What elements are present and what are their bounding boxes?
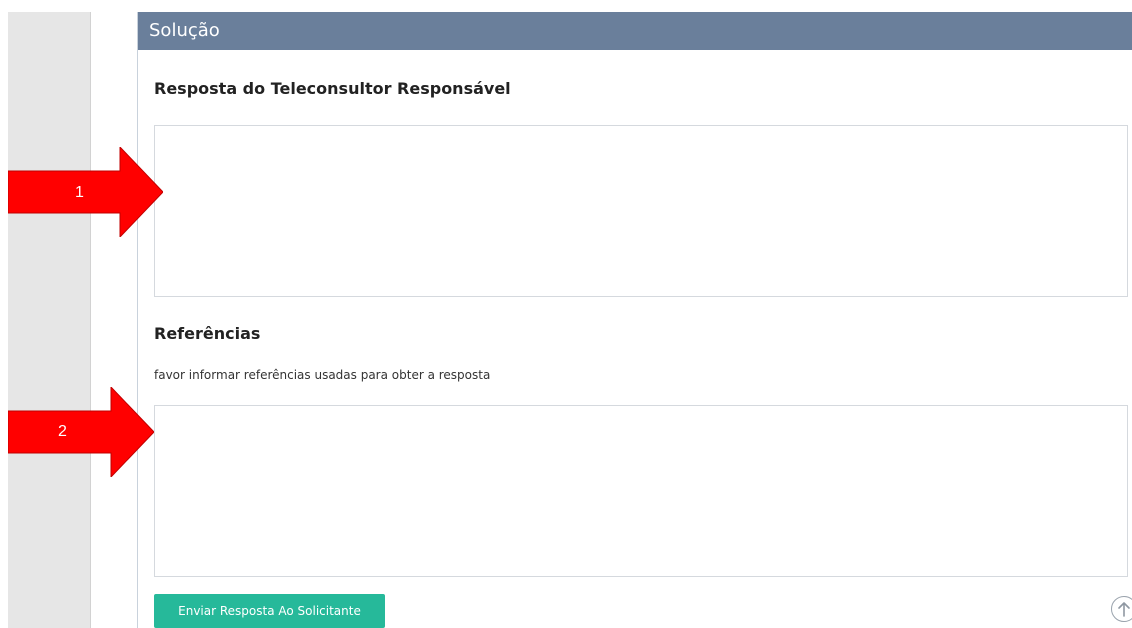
left-sidebar [8,12,90,628]
send-response-button[interactable]: Enviar Resposta Ao Solicitante [154,594,385,628]
arrow-up-icon [1118,602,1130,617]
response-textarea[interactable] [154,125,1128,297]
annotation-label-1: 1 [75,184,84,201]
solution-panel: Solução Resposta do Teleconsultor Respon… [137,12,1132,628]
panel-header: Solução [138,12,1132,50]
references-title: Referências [154,324,261,343]
annotation-arrow-1 [8,147,163,237]
response-title: Resposta do Teleconsultor Responsável [154,79,511,98]
annotation-arrow-2 [8,387,154,477]
references-hint: favor informar referências usadas para o… [154,368,491,382]
references-textarea[interactable] [154,405,1128,577]
page: Solução Resposta do Teleconsultor Respon… [0,0,1132,628]
sidebar-divider [90,12,91,628]
annotation-label-2: 2 [58,423,67,440]
scroll-to-top-button[interactable] [1111,596,1132,622]
